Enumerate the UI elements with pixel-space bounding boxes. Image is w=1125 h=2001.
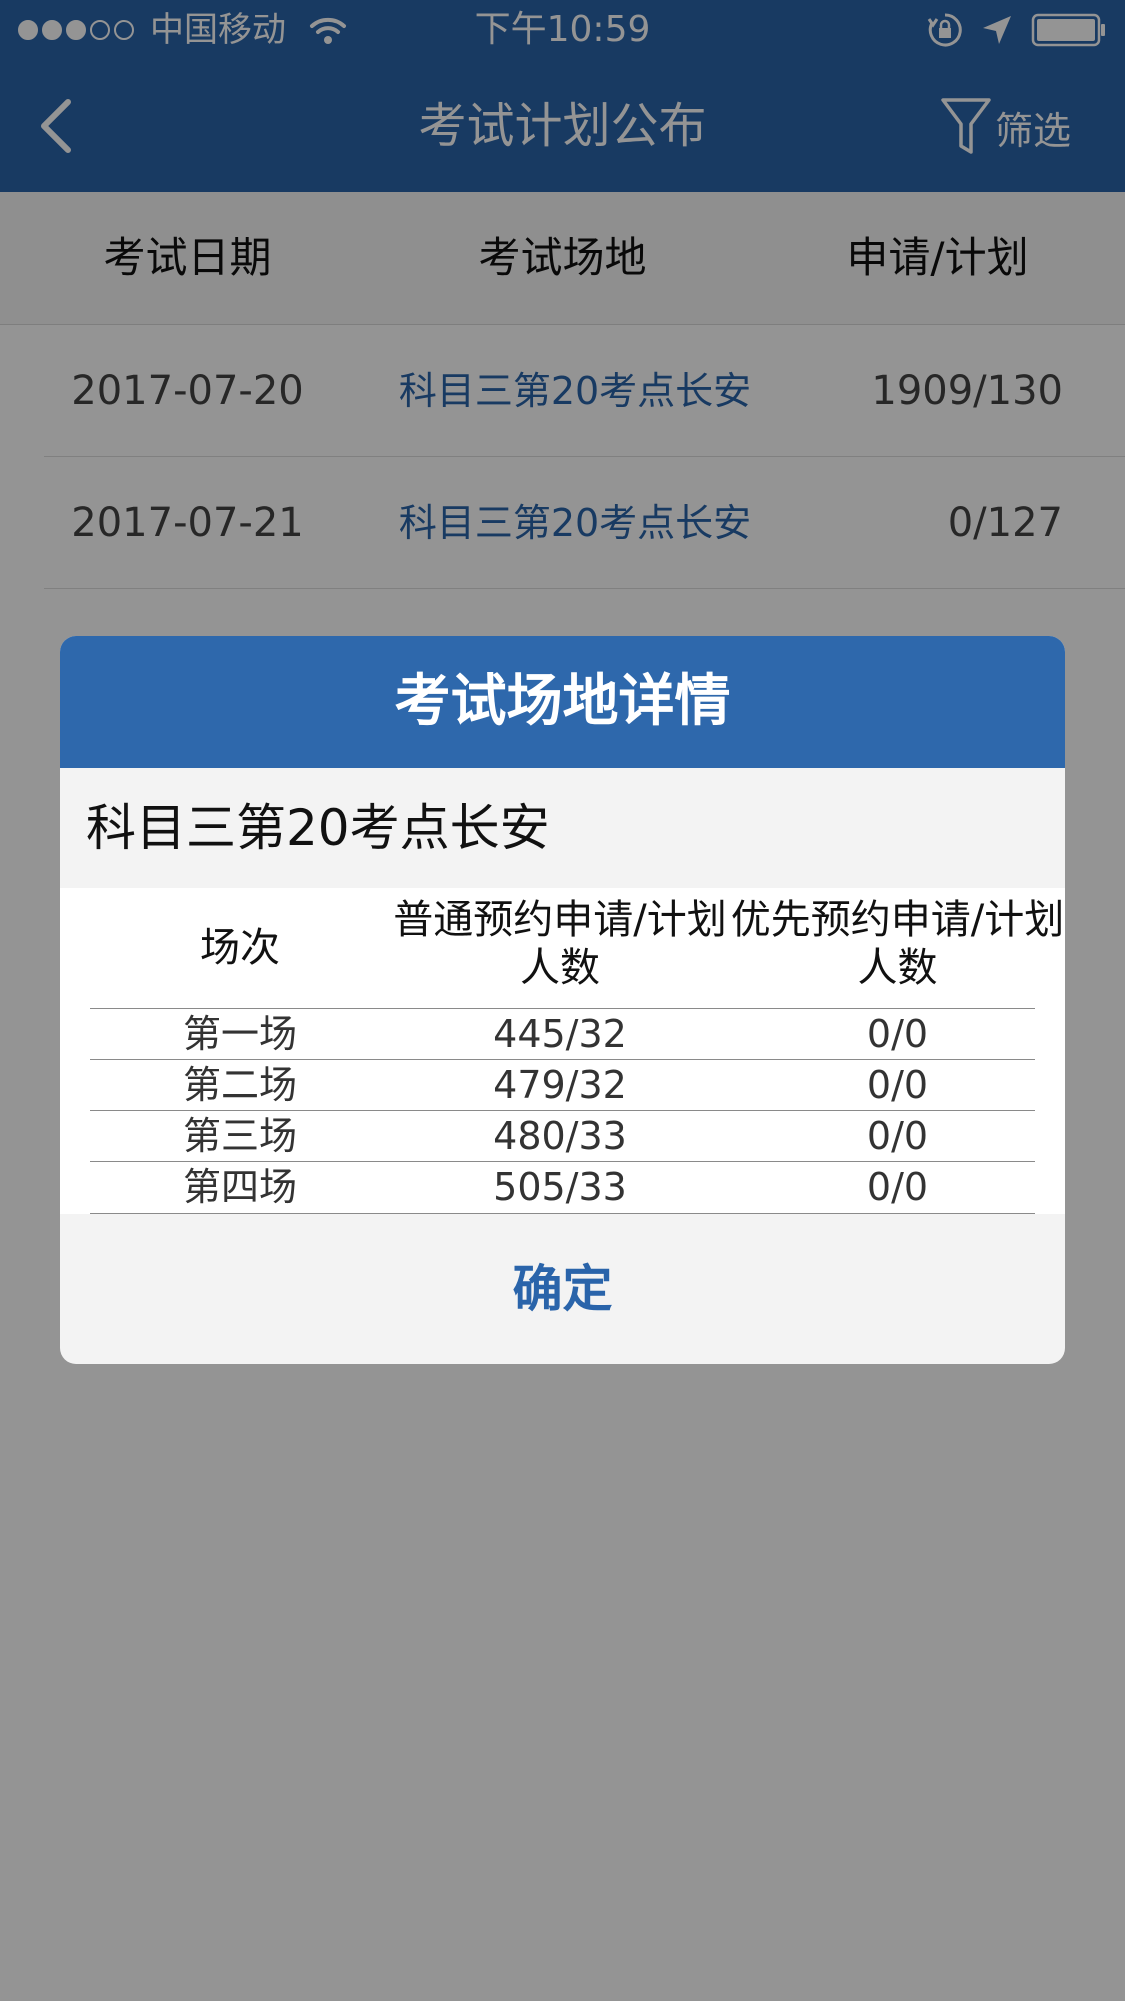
session-row: 第三场 480/33 0/0	[90, 1110, 1035, 1162]
dialog-venue-name: 科目三第20考点长安	[86, 799, 550, 857]
session-name: 第二场	[182, 1063, 297, 1107]
dialog-title: 考试场地详情	[60, 636, 1065, 768]
session-table-header: 场次 普通预约申请/计划人数 优先预约申请/计划人数	[60, 888, 1065, 1008]
session-row: 第四场 505/33 0/0	[90, 1161, 1035, 1214]
session-row: 第二场 479/32 0/0	[90, 1059, 1035, 1111]
header-priority-booking: 优先预约申请/计划人数	[730, 897, 1065, 991]
session-row: 第一场 445/32 0/0	[90, 1008, 1035, 1060]
session-normal: 505/33	[493, 1165, 627, 1209]
session-table: 场次 普通预约申请/计划人数 优先预约申请/计划人数 第一场 445/32 0/…	[60, 888, 1065, 1214]
session-normal: 480/33	[493, 1114, 627, 1158]
session-normal: 445/32	[493, 1012, 627, 1056]
header-session: 场次	[200, 925, 280, 971]
header-normal-booking: 普通预约申请/计划人数	[393, 897, 727, 991]
session-name: 第四场	[182, 1165, 297, 1209]
session-priority: 0/0	[866, 1165, 929, 1209]
session-name: 第一场	[182, 1012, 297, 1056]
session-priority: 0/0	[866, 1063, 929, 1107]
confirm-button[interactable]: 确定	[60, 1214, 1065, 1364]
session-priority: 0/0	[866, 1012, 929, 1056]
session-normal: 479/32	[493, 1063, 627, 1107]
session-name: 第三场	[182, 1114, 297, 1158]
venue-detail-dialog: 考试场地详情 科目三第20考点长安 场次 普通预约申请/计划人数 优先预约申请/…	[60, 636, 1065, 1364]
session-priority: 0/0	[866, 1114, 929, 1158]
